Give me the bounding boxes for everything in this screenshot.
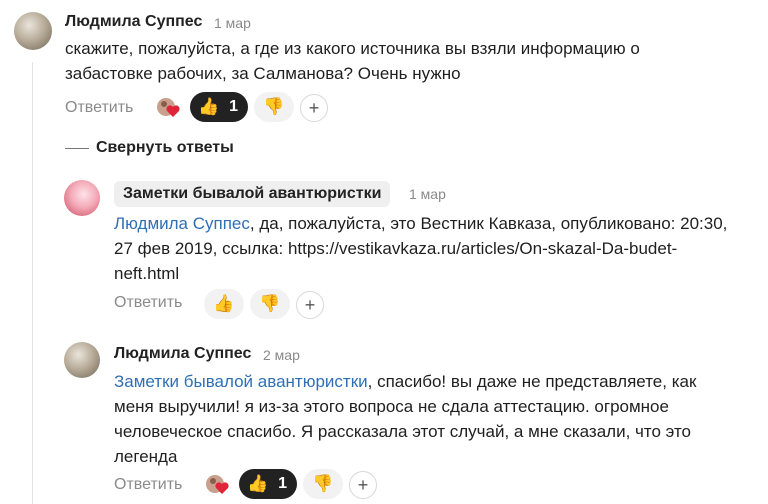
avatar[interactable] — [64, 180, 100, 216]
avatar[interactable] — [14, 12, 52, 50]
add-reaction-button[interactable]: + — [300, 94, 328, 122]
comment-author[interactable]: Людмила Суппес — [65, 13, 202, 31]
dislike-reaction[interactable]: 👎 — [303, 469, 343, 499]
reply-button[interactable]: Ответить — [65, 99, 133, 117]
thumbs-up-icon: 👍 — [213, 294, 235, 313]
reply-button[interactable]: Ответить — [114, 476, 182, 494]
author-badge[interactable]: Заметки бывалой авантюристки — [114, 181, 391, 207]
collapse-replies-button[interactable]: Свернуть ответы — [96, 139, 234, 157]
comment-text: Заметки бывалой авантюристки, спасибо! в… — [114, 369, 734, 469]
like-reaction[interactable]: 👍 1 — [190, 92, 248, 122]
thumbs-down-icon: 👎 — [263, 97, 285, 116]
reaction-heart[interactable] — [203, 470, 235, 500]
comment-author[interactable]: Людмила Суппес — [114, 345, 251, 363]
mention-link[interactable]: Заметки бывалой авантюристки — [114, 372, 368, 391]
plus-icon: + — [304, 295, 316, 315]
avatar[interactable] — [64, 342, 100, 378]
like-count: 1 — [278, 475, 288, 492]
dislike-reaction[interactable]: 👎 — [254, 92, 294, 122]
thumbs-down-icon: 👎 — [259, 294, 281, 313]
thumbs-up-icon: 👍 — [246, 474, 269, 493]
dislike-reaction[interactable]: 👎 — [250, 289, 290, 319]
heart-avatar-icon — [206, 475, 229, 494]
thumbs-up-icon: 👍 — [197, 97, 220, 116]
like-reaction[interactable]: 👍 — [204, 289, 244, 319]
thumbs-down-icon: 👎 — [312, 474, 334, 493]
reply-button[interactable]: Ответить — [114, 294, 182, 312]
thread-line — [32, 62, 33, 504]
plus-icon: + — [308, 98, 320, 118]
collapse-dash — [65, 148, 89, 149]
add-reaction-button[interactable]: + — [296, 291, 324, 319]
comment-text: скажите, пожалуйста, а где из какого ист… — [65, 39, 640, 83]
comment-date: 2 мар — [263, 347, 300, 363]
heart-avatar-icon — [157, 98, 180, 117]
comment-text: Людмила Суппес, да, пожалуйста, это Вест… — [114, 211, 734, 286]
mention-link[interactable]: Людмила Суппес — [114, 214, 250, 233]
comment-date: 1 мар — [214, 15, 251, 31]
plus-icon: + — [357, 475, 369, 495]
comment-date: 1 мар — [409, 186, 446, 202]
add-reaction-button[interactable]: + — [349, 471, 377, 499]
like-count: 1 — [229, 98, 239, 115]
like-reaction[interactable]: 👍 1 — [239, 469, 297, 499]
reaction-heart[interactable] — [154, 93, 186, 123]
